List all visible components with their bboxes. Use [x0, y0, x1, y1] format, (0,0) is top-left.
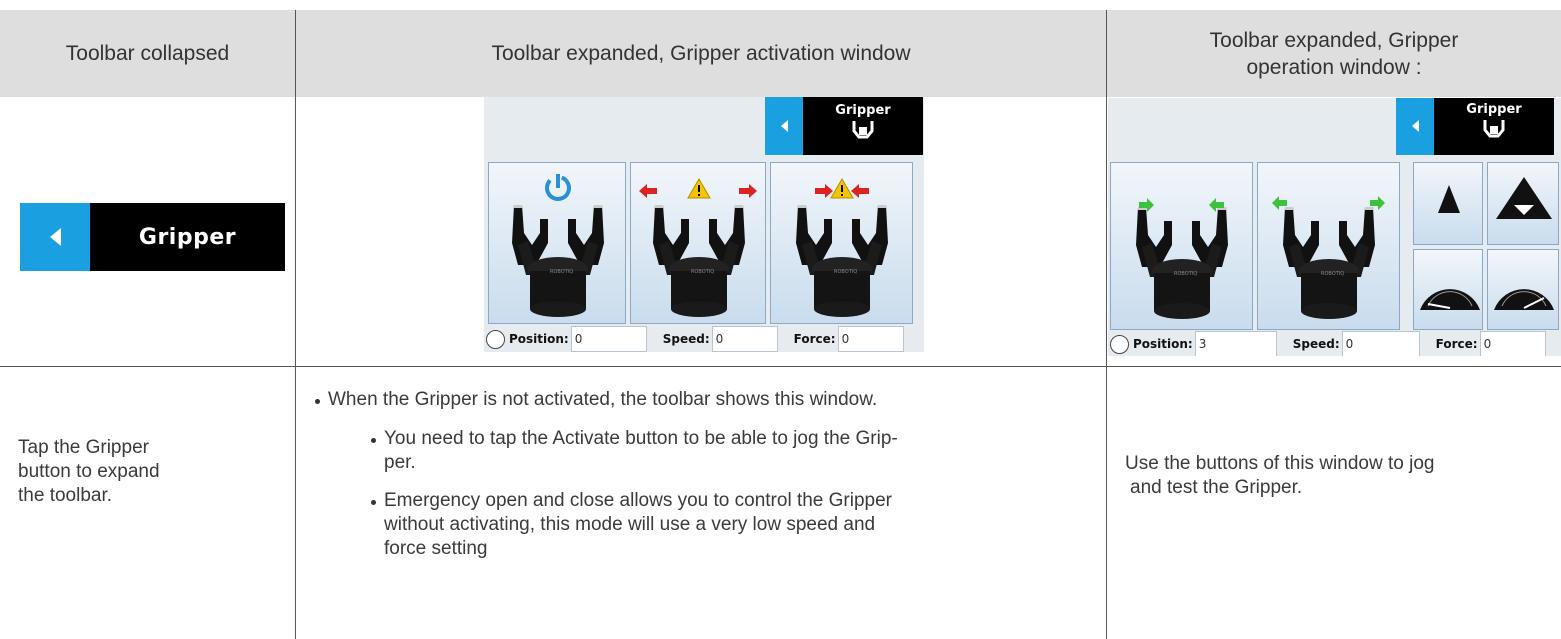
- bullet-sub1: You need to tap the Activate button to b…: [384, 427, 898, 475]
- header-text: Toolbar collapsed: [65, 42, 230, 65]
- bullet-line: You need to tap the Activate button to b…: [384, 428, 898, 449]
- gripper-icon: [852, 119, 874, 139]
- emergency-open-illustration: [639, 178, 757, 317]
- description-line: button to expand: [18, 461, 160, 482]
- description-line: Use the buttons of this window to jog: [1125, 453, 1435, 474]
- row-divider: [0, 366, 1561, 367]
- activation-window-panel: Gripper Position: 0 Speed: 0 Force: 0: [484, 97, 924, 352]
- operation-window-panel: Gripper Position: 3 Speed: 0 Force: 0: [1108, 98, 1561, 356]
- collapse-arrow-icon[interactable]: [765, 97, 803, 155]
- bullet-dot: [371, 438, 376, 443]
- bullet-line: per.: [384, 452, 416, 473]
- gripper-icon: [1483, 118, 1505, 138]
- position-low-button[interactable]: [1413, 162, 1483, 245]
- position-field[interactable]: 3: [1194, 331, 1277, 356]
- warning-icon: [830, 178, 854, 199]
- description-line: the toolbar.: [18, 485, 113, 506]
- header-operation-window: Toolbar expanded, Gripper operation wind…: [1107, 10, 1561, 97]
- gauge-high-icon: [1494, 289, 1554, 310]
- activation-radio[interactable]: [486, 329, 505, 349]
- emergency-open-button[interactable]: [630, 162, 766, 324]
- gripper-toolbar-text: Gripper: [1466, 102, 1522, 117]
- activate-gripper-illustration: [512, 174, 604, 317]
- speed-low-button[interactable]: [1413, 249, 1483, 330]
- emergency-close-button[interactable]: [770, 162, 913, 324]
- collapsed-description: Tap the Gripper button to expand the too…: [18, 436, 160, 508]
- bullet-dot: [371, 500, 376, 505]
- position-label: Position:: [509, 332, 569, 346]
- bullet-sub2: Emergency open and close allows you to c…: [384, 489, 892, 561]
- arrow-left-icon: [639, 184, 657, 198]
- operation-radio[interactable]: [1110, 334, 1129, 354]
- speed-label: Speed:: [1292, 337, 1340, 351]
- bullet-line: without activating, this mode will use a…: [384, 514, 876, 535]
- gripper-toolbar-label[interactable]: Gripper: [90, 203, 285, 271]
- gripper-toolbar-collapsed[interactable]: Gripper: [20, 203, 285, 271]
- bullet-main: When the Gripper is not activated, the t…: [328, 389, 878, 410]
- speed-field[interactable]: 0: [1341, 331, 1420, 356]
- gripper-toolbar-expanded[interactable]: Gripper: [765, 97, 923, 155]
- activation-status-bar: Position: 0 Speed: 0 Force: 0: [486, 326, 904, 352]
- close-gripper-illustration: [1272, 196, 1385, 319]
- arrow-left-icon: [851, 184, 869, 198]
- position-high-button[interactable]: [1487, 162, 1559, 245]
- header-text: Toolbar expanded, Gripper activation win…: [491, 42, 911, 65]
- open-gripper-button[interactable]: [1110, 162, 1253, 330]
- force-field[interactable]: 0: [837, 326, 904, 352]
- position-label: Position:: [1133, 337, 1193, 351]
- open-gripper-illustration: [1136, 198, 1228, 319]
- gripper-toolbar-expanded[interactable]: Gripper: [1396, 98, 1554, 155]
- emergency-close-illustration: [796, 178, 888, 317]
- bullet-line: Emergency open and close allows you to c…: [384, 490, 892, 511]
- bullet-line: force setting: [384, 538, 488, 559]
- close-gripper-button[interactable]: [1257, 162, 1400, 330]
- speed-label: Speed:: [662, 332, 710, 346]
- arrow-right-icon: [739, 184, 757, 198]
- gripper-toolbar-button[interactable]: Gripper: [803, 97, 923, 155]
- collapse-arrow-icon[interactable]: [1396, 98, 1434, 155]
- header-text-line2: operation window :: [1246, 55, 1422, 79]
- power-icon: [545, 174, 571, 201]
- header-activation-window: Toolbar expanded, Gripper activation win…: [296, 10, 1106, 97]
- cone-small-icon: [1438, 185, 1460, 213]
- arrow-right-icon: [815, 184, 833, 198]
- activate-button[interactable]: [488, 162, 626, 324]
- arrow-left-icon: [1272, 196, 1287, 210]
- speed-high-button[interactable]: [1487, 249, 1559, 330]
- force-field[interactable]: 0: [1479, 331, 1546, 356]
- comparison-table: Toolbar collapsed Toolbar expanded, Grip…: [0, 10, 1561, 639]
- gripper-toolbar-text: Gripper: [835, 103, 891, 118]
- column-divider: [295, 10, 296, 639]
- gauge-low-icon: [1420, 289, 1480, 310]
- force-label: Force:: [1435, 337, 1478, 351]
- gripper-toolbar-button[interactable]: Gripper: [1434, 98, 1554, 155]
- bullet-dot: [315, 399, 320, 404]
- description-line: Tap the Gripper: [18, 437, 149, 458]
- warning-icon: [687, 178, 711, 199]
- cone-large-icon: [1496, 177, 1552, 219]
- header-text-line1: Toolbar expanded, Gripper: [1209, 28, 1459, 52]
- force-label: Force:: [793, 332, 836, 346]
- operation-description: Use the buttons of this window to jog an…: [1125, 452, 1434, 500]
- header-toolbar-collapsed: Toolbar collapsed: [0, 10, 295, 97]
- position-field[interactable]: 0: [570, 326, 647, 352]
- speed-field[interactable]: 0: [711, 326, 778, 352]
- description-line: and test the Gripper.: [1130, 477, 1303, 498]
- expand-arrow-icon[interactable]: [20, 203, 90, 271]
- operation-status-bar: Position: 3 Speed: 0 Force: 0: [1110, 331, 1546, 356]
- column-divider: [1106, 10, 1107, 639]
